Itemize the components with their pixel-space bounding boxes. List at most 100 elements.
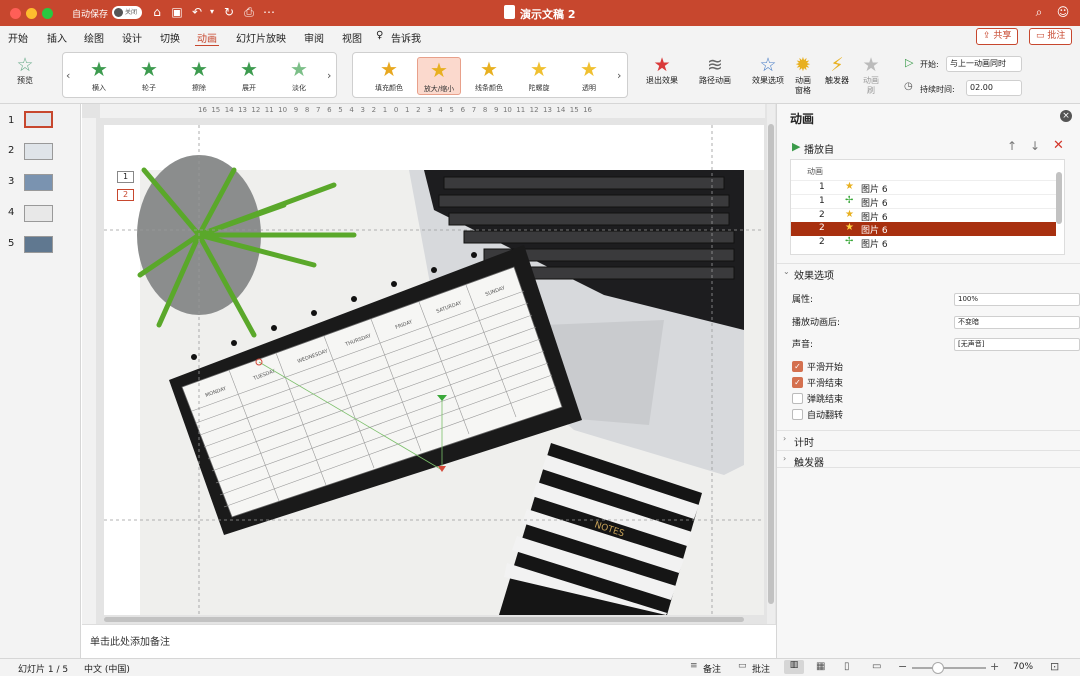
slide-thumbnail-4[interactable] [24, 205, 53, 222]
tab-animations[interactable]: 动画 [195, 30, 219, 47]
vertical-scrollbar[interactable] [767, 104, 775, 624]
move-down-icon[interactable]: ↓ [1030, 139, 1040, 153]
undo-dropdown-icon[interactable]: ▾ [205, 5, 219, 19]
animation-tag[interactable]: 2 [117, 189, 134, 201]
slide-thumbnail-5[interactable] [24, 236, 53, 253]
horizontal-scrollbar[interactable] [104, 616, 764, 623]
home-icon[interactable]: ⌂ [150, 5, 164, 19]
fit-to-window-icon[interactable]: ⊡ [1050, 660, 1059, 673]
tab-insert[interactable]: 插入 [47, 30, 67, 45]
effect-spin[interactable]: ★ 陀螺旋 [517, 57, 561, 95]
duration-stepper[interactable]: 02.00 [966, 80, 1022, 96]
language[interactable]: 中文 (中国) [84, 662, 130, 675]
gallery-right-arrow[interactable]: › [327, 69, 331, 82]
effect-fly-in[interactable]: ★ 横入 [77, 57, 121, 95]
effect-wheel[interactable]: ★ 轮子 [127, 57, 171, 95]
list-item[interactable]: 1 ★ 图片 6 [791, 180, 1056, 195]
expanded-chevron-icon: ⌄ [783, 267, 790, 276]
effect-transparency[interactable]: ★ 透明 [567, 57, 611, 95]
list-item[interactable]: 1 ✢ 图片 6 [791, 194, 1056, 209]
gallery-right-arrow[interactable]: › [617, 69, 621, 82]
slide-thumbnail-2[interactable] [24, 143, 53, 160]
save-icon[interactable]: ▣ [170, 5, 184, 19]
list-scrollbar[interactable] [1056, 172, 1062, 224]
zoom-in-button[interactable]: + [990, 660, 999, 673]
slideshow-icon[interactable]: ▭ [872, 661, 881, 672]
tab-home[interactable]: 开始 [8, 30, 28, 45]
animation-painter-button[interactable]: ★ 动画 刷 [858, 54, 884, 96]
slide-thumbnail-1[interactable] [24, 111, 53, 128]
comments-status-button[interactable]: 批注 [752, 662, 770, 675]
after-animation-select[interactable]: 不变暗 [954, 316, 1080, 329]
smiley-feedback-icon[interactable]: ☺ [1056, 5, 1070, 19]
gallery-left-arrow[interactable]: ‹ [66, 69, 70, 82]
effect-wipe[interactable]: ★ 擦除 [177, 57, 221, 95]
effect-grow-shrink[interactable]: ★ 放大/缩小 [417, 57, 461, 95]
comments-button[interactable]: ▭ 批注 [1029, 28, 1073, 45]
play-from-button[interactable]: 播放自 [804, 141, 834, 156]
tab-design[interactable]: 设计 [122, 30, 142, 45]
start-select[interactable]: 与上一动画同时 [946, 56, 1022, 72]
timing-section[interactable]: › 计时 [777, 430, 1080, 449]
tab-review[interactable]: 审阅 [304, 30, 324, 45]
after-animation-label: 播放动画后: [792, 318, 841, 328]
notes-area[interactable]: 单击此处添加备注 [82, 624, 776, 658]
zoom-level[interactable]: 70% [1013, 662, 1033, 672]
redo-icon[interactable]: ↻ [222, 5, 236, 19]
tell-me-search[interactable]: 告诉我 [391, 30, 421, 45]
reading-view-icon[interactable]: ▯ [844, 661, 850, 672]
effect-options-button[interactable]: ☆ 效果选项 [748, 54, 788, 86]
close-window-button[interactable] [10, 8, 21, 19]
print-icon[interactable]: ⎙ [242, 5, 256, 19]
play-icon[interactable]: ▶ [792, 140, 800, 153]
property-select[interactable]: 100% [954, 293, 1080, 306]
slide-photo[interactable]: MONDAY TUESDAY WEDNESDAY THURSDAY FRIDAY… [104, 125, 764, 615]
smooth-start-checkbox[interactable]: ✓ [792, 361, 803, 372]
list-item[interactable]: 2 ★ 图片 6 [791, 208, 1056, 223]
smooth-end-checkbox[interactable]: ✓ [792, 377, 803, 388]
slide-sorter-icon[interactable]: ▦ [816, 661, 825, 672]
close-icon[interactable]: × [1060, 110, 1072, 122]
tab-draw[interactable]: 绘图 [84, 30, 104, 45]
bounce-end-checkbox[interactable] [792, 393, 803, 404]
zoom-slider-knob[interactable] [932, 662, 944, 674]
triggers-section[interactable]: › 触发器 [777, 450, 1080, 469]
slide[interactable]: MONDAY TUESDAY WEDNESDAY THURSDAY FRIDAY… [104, 125, 764, 615]
undo-icon[interactable]: ↶ [190, 5, 204, 19]
move-up-icon[interactable]: ↑ [1007, 139, 1017, 153]
slide-thumbnail-3[interactable] [24, 174, 53, 191]
share-button[interactable]: ⇪ 共享 [976, 28, 1019, 45]
effect-line-color[interactable]: ★ 线条颜色 [467, 57, 511, 95]
exit-effect-button[interactable]: ★ 退出效果 [640, 54, 684, 86]
animation-tag[interactable]: 1 [117, 171, 134, 183]
zoom-slider[interactable] [912, 662, 986, 674]
search-icon[interactable]: ⌕ [1032, 5, 1046, 19]
notes-button[interactable]: 备注 [703, 662, 721, 675]
zoom-out-button[interactable]: − [898, 660, 907, 673]
animation-pane: 动画 × ▶ 播放自 ↑ ↓ ✕ 动画 1 ★ 图片 6 1 ✢ 图片 6 2 … [776, 104, 1080, 658]
autosave-toggle[interactable]: 关闭 [112, 6, 142, 19]
effect-fade[interactable]: ★ 淡化 [277, 57, 321, 95]
tab-transitions[interactable]: 切换 [160, 30, 180, 45]
auto-reverse-checkbox[interactable] [792, 409, 803, 420]
path-animation-button[interactable]: ≋ 路径动画 [694, 54, 736, 86]
preview-button[interactable]: ☆ 预览 [8, 54, 42, 86]
more-icon[interactable]: ⋯ [262, 5, 276, 19]
normal-view-icon[interactable]: ▥ [784, 660, 804, 674]
list-item-selected[interactable]: 2 ★ 图片 6 [791, 222, 1056, 236]
scroll-thumb[interactable] [104, 617, 744, 622]
tab-view[interactable]: 视图 [342, 30, 362, 45]
sound-select[interactable]: [无声音] [954, 338, 1080, 351]
effect-fill-color[interactable]: ★ 填充颜色 [367, 57, 411, 95]
emphasis-effects-gallery: ★ 填充颜色 ★ 放大/缩小 ★ 线条颜色 ★ 陀螺旋 ★ 透明 › [352, 52, 628, 98]
tab-slideshow[interactable]: 幻灯片放映 [236, 30, 286, 45]
minimize-window-button[interactable] [26, 8, 37, 19]
animation-pane-button[interactable]: ✹ 动画 窗格 [790, 54, 816, 96]
delete-icon[interactable]: ✕ [1053, 138, 1064, 153]
effect-options-section[interactable]: ⌄ 效果选项 [777, 263, 1080, 282]
list-item[interactable]: 2 ✢ 图片 6 [791, 236, 1056, 250]
trigger-button[interactable]: ⚡ 触发器 [820, 54, 854, 86]
effect-expand[interactable]: ★ 展开 [227, 57, 271, 95]
scroll-thumb[interactable] [768, 124, 774, 604]
zoom-window-button[interactable] [42, 8, 53, 19]
